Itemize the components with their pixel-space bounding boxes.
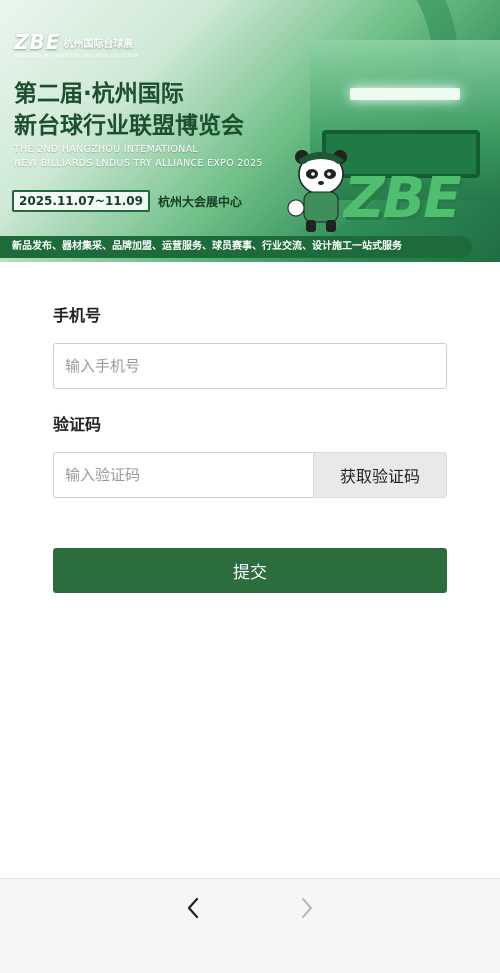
banner-logo: ZBE 杭州国际台球展: [14, 30, 133, 54]
banner-title-line-1: 第二届·杭州国际: [14, 81, 184, 107]
event-date: 2025.11.07~11.09: [12, 190, 150, 212]
chevron-right-icon: [302, 898, 312, 918]
phone-input[interactable]: [54, 344, 446, 388]
banner-lamp-decoration: [350, 88, 460, 100]
banner-date-row: 2025.11.07~11.09 杭州大会展中心: [12, 190, 242, 212]
logo-subtitle: 杭州国际台球展: [63, 38, 134, 50]
code-label: 验证码: [53, 415, 102, 434]
event-banner: ZBE 杭州国际台球展 HANGZHOU INTERNATIONAL BILLI…: [0, 0, 500, 262]
forward-button[interactable]: [292, 893, 322, 923]
banner-title: 第二届·杭州国际 新台球行业联盟博览会: [14, 78, 344, 142]
phone-field-container: [53, 343, 447, 389]
code-field-container: [53, 452, 313, 498]
back-button[interactable]: [178, 893, 208, 923]
banner-english-title: THE 2ND HANGZHOU INTEMATIONAL NEW BILLIA…: [14, 143, 314, 171]
banner-title-line-2: 新台球行业联盟博览会: [14, 113, 244, 139]
verification-code-input[interactable]: [54, 453, 313, 497]
logo-tiny-caption: HANGZHOU INTERNATIONAL BILLIARDS EXHIBIT…: [14, 53, 139, 58]
banner-services-strip: 新品发布、器材集采、品牌加盟、运营服务、球员赛事、行业交流、设计施工一站式服务: [0, 236, 472, 258]
submit-button[interactable]: 提交: [53, 548, 447, 593]
banner-big-zbe-logo: ZBE: [344, 166, 462, 231]
bottom-navigation-bar: [0, 878, 500, 973]
banner-english-line-2: NEW BILLIARDS LNDUS TRY ALLIANCE EXPO 20…: [14, 158, 263, 169]
banner-english-line-1: THE 2ND HANGZHOU INTEMATIONAL: [14, 144, 199, 155]
phone-label: 手机号: [53, 306, 102, 325]
get-code-button[interactable]: 获取验证码: [313, 452, 447, 498]
code-row: 获取验证码: [53, 452, 447, 498]
chevron-left-icon: [187, 897, 199, 919]
logo-zbe-text: ZBE: [14, 30, 61, 54]
event-venue: 杭州大会展中心: [157, 194, 242, 209]
